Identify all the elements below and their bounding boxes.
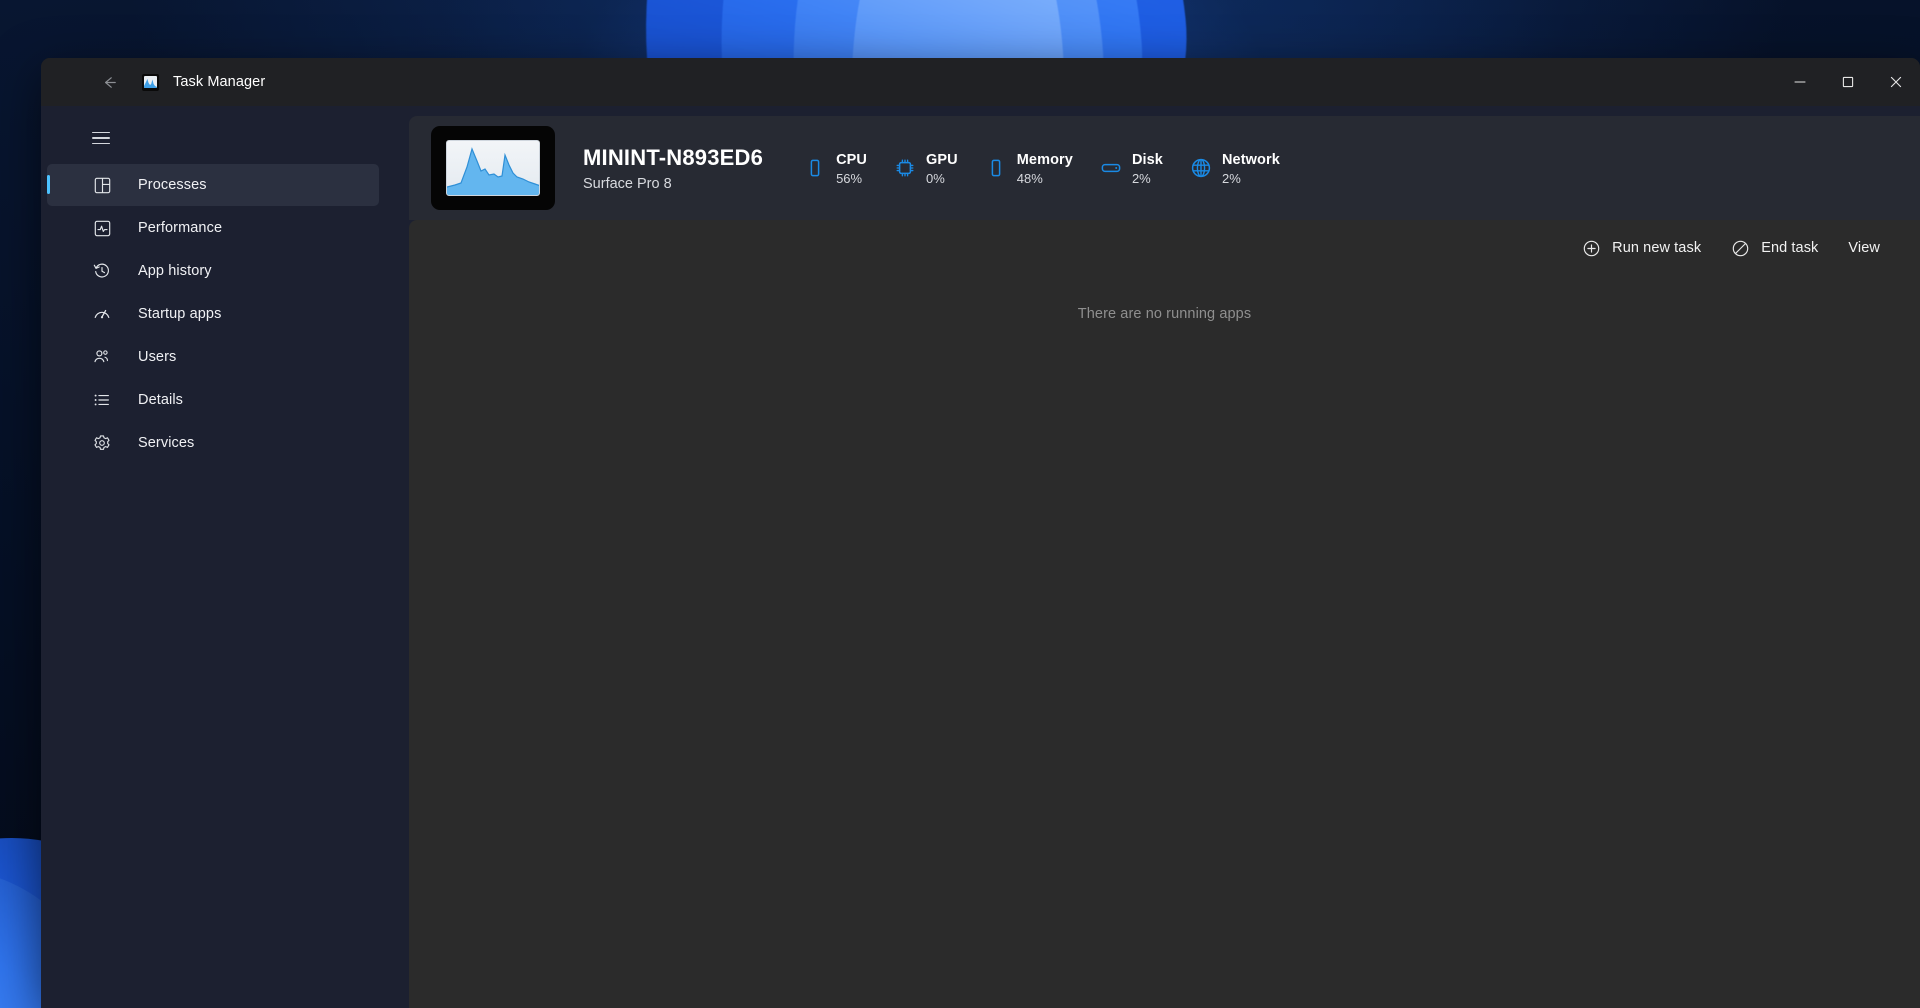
stat-value: 48% — [1017, 171, 1073, 186]
stat-label: CPU — [836, 152, 867, 168]
run-new-task-label: Run new task — [1612, 240, 1701, 256]
view-button[interactable]: View — [1838, 231, 1890, 265]
window-body: Processes Performance — [41, 106, 1920, 1008]
stat-label: Memory — [1017, 152, 1073, 168]
gpu-icon — [893, 156, 917, 180]
monitor-graph-icon — [431, 126, 555, 210]
sidebar-item-details[interactable]: Details — [47, 379, 379, 421]
sidebar: Processes Performance — [41, 106, 387, 1008]
close-button[interactable] — [1872, 58, 1920, 106]
sidebar-item-label: App history — [138, 263, 212, 279]
window-controls — [1776, 58, 1920, 106]
stat-disk[interactable]: Disk 2% — [1099, 151, 1163, 186]
stat-value: 2% — [1222, 171, 1280, 186]
title-bar: Task Manager — [41, 58, 1920, 106]
run-new-task-button[interactable]: Run new task — [1572, 231, 1711, 265]
list-icon — [92, 390, 112, 410]
window-title: Task Manager — [173, 74, 265, 90]
sidebar-item-services[interactable]: Services — [47, 422, 379, 464]
stat-label: Disk — [1132, 152, 1163, 168]
device-info: MININT-N893ED6 Surface Pro 8 — [583, 145, 763, 192]
users-icon — [92, 347, 112, 367]
sidebar-item-startup-apps[interactable]: Startup apps — [47, 293, 379, 335]
disk-icon — [1099, 156, 1123, 180]
stat-gpu[interactable]: GPU 0% — [893, 151, 958, 186]
stat-value: 2% — [1132, 171, 1163, 186]
empty-state-message: There are no running apps — [1078, 306, 1251, 1008]
sidebar-item-label: Startup apps — [138, 306, 221, 322]
view-label: View — [1848, 240, 1880, 256]
processes-icon — [92, 175, 112, 195]
stat-memory[interactable]: Memory 48% — [984, 151, 1073, 186]
sidebar-item-label: Processes — [138, 177, 207, 193]
gear-icon — [92, 433, 112, 453]
content-area: MININT-N893ED6 Surface Pro 8 CPU 56% — [387, 106, 1920, 1008]
sidebar-item-label: Services — [138, 435, 194, 451]
sidebar-item-performance[interactable]: Performance — [47, 207, 379, 249]
network-globe-icon — [1189, 156, 1213, 180]
plus-circle-icon — [1582, 239, 1601, 258]
task-manager-icon — [142, 74, 159, 91]
sidebar-item-label: Users — [138, 349, 176, 365]
minimize-button[interactable] — [1776, 58, 1824, 106]
prohibition-circle-icon — [1731, 239, 1750, 258]
stat-label: Network — [1222, 152, 1280, 168]
back-button[interactable] — [92, 66, 126, 98]
maximize-button[interactable] — [1824, 58, 1872, 106]
hamburger-menu-icon[interactable] — [92, 120, 132, 156]
end-task-label: End task — [1761, 240, 1818, 256]
system-summary-header: MININT-N893ED6 Surface Pro 8 CPU 56% — [409, 116, 1920, 220]
task-manager-window: Task Manager — [41, 58, 1920, 1008]
sidebar-item-users[interactable]: Users — [47, 336, 379, 378]
sidebar-item-app-history[interactable]: App history — [47, 250, 379, 292]
sidebar-item-processes[interactable]: Processes — [47, 164, 379, 206]
device-name: MININT-N893ED6 — [583, 145, 763, 171]
device-model: Surface Pro 8 — [583, 176, 763, 192]
sidebar-item-label: Performance — [138, 220, 222, 236]
empty-state: There are no running apps — [409, 276, 1920, 1008]
end-task-button[interactable]: End task — [1721, 231, 1828, 265]
stat-label: GPU — [926, 152, 958, 168]
processes-panel: Run new task End task View — [409, 220, 1920, 1008]
resource-stats: CPU 56% GPU 0% — [803, 151, 1306, 186]
history-clock-icon — [92, 261, 112, 281]
stat-value: 56% — [836, 171, 867, 186]
stat-cpu[interactable]: CPU 56% — [803, 151, 867, 186]
toolbar: Run new task End task View — [409, 220, 1920, 276]
cpu-icon — [803, 156, 827, 180]
memory-icon — [984, 156, 1008, 180]
performance-icon — [92, 218, 112, 238]
sidebar-item-label: Details — [138, 392, 183, 408]
gauge-icon — [92, 304, 112, 324]
stat-network[interactable]: Network 2% — [1189, 151, 1280, 186]
stat-value: 0% — [926, 171, 958, 186]
